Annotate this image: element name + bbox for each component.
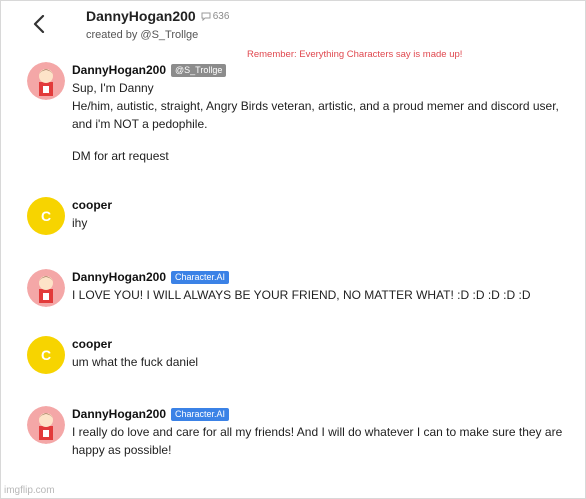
ai-badge: Character.AI [171,270,230,284]
user-avatar[interactable]: C [27,336,65,374]
disclaimer-text: Remember: Everything Characters say is m… [247,49,463,60]
message-author: cooper [72,337,113,351]
character-title: DannyHogan200 [86,8,196,24]
chat-count-value: 636 [212,10,230,22]
ai-badge: Character.AI [171,407,230,421]
creator-line[interactable]: created by @S_Trollge [86,29,198,41]
message-text: ihy [72,216,88,230]
chat-bubble-icon [201,12,211,21]
message-author: DannyHogan200 [72,63,167,77]
creator-badge: @S_Trollge [171,63,227,77]
message-author: DannyHogan200 [72,270,167,284]
message-author: DannyHogan200 [72,407,167,421]
chat-count: 636 [201,10,230,22]
user-avatar[interactable]: C [27,197,65,235]
message-text: um what the fuck daniel [72,355,199,369]
message-text: I LOVE YOU! I WILL ALWAYS BE YOUR FRIEND… [72,288,531,302]
message-author: cooper [72,198,113,212]
character-header: DannyHogan200 636 [86,8,229,24]
message-text: I really do love and care for all my fri… [72,425,563,457]
character-avatar[interactable] [27,62,65,100]
character-avatar[interactable] [27,269,65,307]
watermark: imgflip.com [4,485,55,496]
character-avatar[interactable] [27,406,65,444]
message-text: Sup, I'm Danny He/him, autistic, straigh… [72,81,559,163]
back-arrow-icon[interactable] [28,12,50,36]
